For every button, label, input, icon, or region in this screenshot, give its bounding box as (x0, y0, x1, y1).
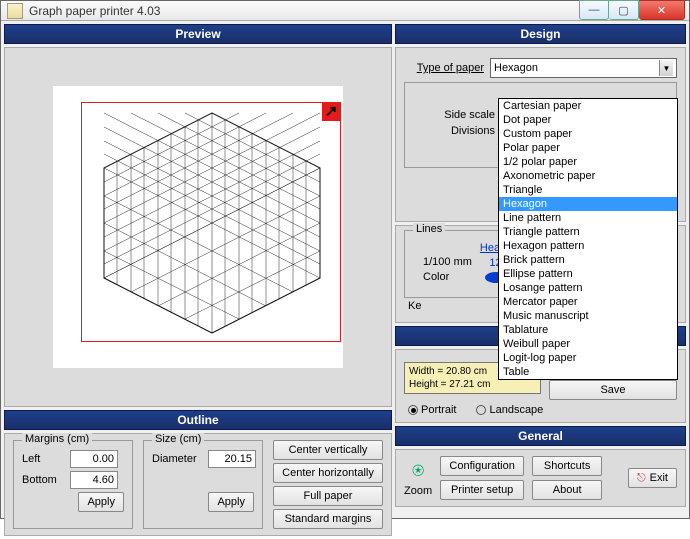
save-button[interactable]: Save (549, 380, 677, 400)
general-header: General (395, 426, 686, 446)
dropdown-item[interactable]: Axonometric paper (499, 169, 677, 183)
size-legend: Size (cm) (152, 433, 204, 445)
exit-icon: ⎋ (637, 472, 646, 485)
dropdown-item[interactable]: Tablature (499, 323, 677, 337)
diameter-input[interactable] (208, 450, 256, 468)
app-icon (7, 3, 23, 19)
dropdown-item[interactable]: Losange pattern (499, 281, 677, 295)
type-of-paper-combo[interactable]: Hexagon ▼ (490, 58, 677, 78)
dropdown-item[interactable]: Brick pattern (499, 253, 677, 267)
dropdown-item[interactable]: 1/2 polar paper (499, 155, 677, 169)
divisions-label: Divisions (415, 125, 495, 137)
dropdown-item[interactable]: Hexagon (499, 197, 677, 211)
outline-panel: Margins (cm) Left Bottom Apply Size (cm)… (4, 433, 392, 536)
design-panel: Type of paper Hexagon ▼ Side scale Divis… (395, 47, 686, 222)
titlebar: Graph paper printer 4.03 — ▢ ✕ (1, 1, 689, 21)
margins-legend: Margins (cm) (22, 433, 92, 445)
maximize-button[interactable]: ▢ (609, 0, 639, 20)
margin-left-input[interactable] (70, 450, 118, 468)
dropdown-item[interactable]: Triangle pattern (499, 225, 677, 239)
dropdown-item[interactable]: Music manuscript (499, 309, 677, 323)
dropdown-item[interactable]: Hexagon pattern (499, 239, 677, 253)
about-button[interactable]: About (532, 480, 602, 500)
full-paper-button[interactable]: Full paper (273, 486, 383, 506)
minimize-button[interactable]: — (579, 0, 609, 20)
configuration-button[interactable]: Configuration (440, 456, 524, 476)
type-of-paper-value: Hexagon (494, 62, 538, 74)
landscape-radio[interactable]: Landscape (476, 404, 543, 416)
printer-setup-button[interactable]: Printer setup (440, 480, 524, 500)
dropdown-item[interactable]: Line pattern (499, 211, 677, 225)
lines-blank (423, 241, 472, 253)
design-header: Design (395, 24, 686, 44)
lines-unit-label: 1/100 mm (423, 256, 472, 268)
dropdown-item[interactable]: Custom paper (499, 127, 677, 141)
portrait-radio[interactable]: Portrait (408, 404, 456, 416)
preview-header: Preview (4, 24, 392, 44)
margin-bottom-label: Bottom (22, 474, 64, 486)
lines-color-label: Color (423, 271, 472, 283)
dropdown-item[interactable]: Logit-log paper (499, 351, 677, 365)
dropdown-item[interactable]: Table (499, 365, 677, 379)
exit-button[interactable]: ⎋Exit (628, 468, 677, 488)
dropdown-item[interactable]: Cartesian paper (499, 99, 677, 113)
dropdown-item[interactable]: Mercator paper (499, 295, 677, 309)
margin-bottom-input[interactable] (70, 471, 118, 489)
size-apply-button[interactable]: Apply (208, 492, 254, 512)
general-panel: ⍟ Zoom Configuration Printer setup Short… (395, 449, 686, 507)
chevron-down-icon: ▼ (659, 60, 673, 76)
preview-panel: ↗ (4, 47, 392, 407)
center-vertically-button[interactable]: Center vertically (273, 440, 383, 460)
side-scale-label: Side scale (415, 109, 495, 121)
dropdown-item[interactable]: Triangle (499, 183, 677, 197)
diameter-label: Diameter (152, 453, 202, 465)
lines-legend: Lines (413, 223, 445, 235)
shortcuts-button[interactable]: Shortcuts (532, 456, 602, 476)
dropdown-item[interactable]: Polar paper (499, 141, 677, 155)
standard-margins-button[interactable]: Standard margins (273, 509, 383, 529)
margin-left-label: Left (22, 453, 64, 465)
window-title: Graph paper printer 4.03 (29, 4, 579, 18)
close-button[interactable]: ✕ (639, 0, 685, 20)
zoom-label: Zoom (404, 485, 432, 497)
resize-handle-icon[interactable]: ↗ (322, 103, 340, 121)
dropdown-item[interactable]: Weibull paper (499, 337, 677, 351)
hexagon-grid (82, 103, 342, 343)
dropdown-item[interactable]: Ellipse pattern (499, 267, 677, 281)
center-horizontally-button[interactable]: Center horizontally (273, 463, 383, 483)
magnifier-icon[interactable]: ⍟ (412, 460, 424, 483)
dropdown-item[interactable]: Dot paper (499, 113, 677, 127)
ke-label: Ke (408, 300, 421, 312)
margins-apply-button[interactable]: Apply (78, 492, 124, 512)
paper-boundary: ↗ (81, 102, 341, 342)
type-of-paper-label: Type of paper (404, 62, 484, 74)
outline-header: Outline (4, 410, 392, 430)
type-of-paper-dropdown[interactable]: Cartesian paperDot paperCustom paperPola… (498, 98, 678, 380)
